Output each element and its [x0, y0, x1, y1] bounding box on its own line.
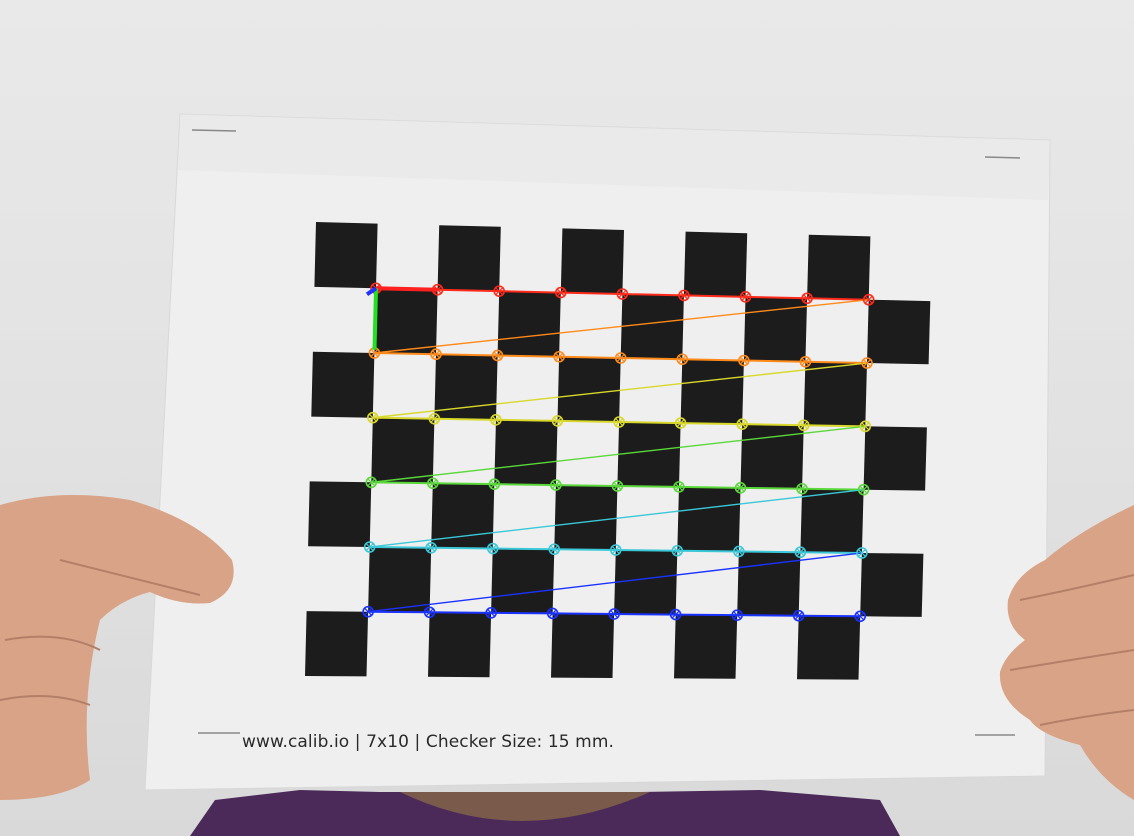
corner-row-line — [683, 294, 746, 298]
checker-square — [428, 612, 492, 678]
corner-row-line — [494, 483, 556, 487]
corner-row-line — [369, 546, 432, 549]
corner-row-line — [555, 484, 618, 487]
corner-row-line — [614, 613, 676, 616]
corner-row-line — [557, 419, 620, 423]
corner-row-line — [803, 424, 866, 428]
checker-square — [803, 361, 867, 427]
corner-row-line — [560, 291, 623, 295]
corner-row-line — [429, 611, 492, 614]
sheet-caption: www.calib.io | 7x10 | Checker Size: 15 m… — [242, 732, 614, 752]
checker-square — [863, 426, 927, 491]
corner-row-line — [368, 610, 430, 614]
corner-row-line — [742, 423, 804, 427]
checker-square — [683, 231, 748, 297]
corner-row-line — [622, 293, 684, 297]
photo-scene: www.calib.io | 7x10 | Checker Size: 15 m… — [0, 0, 1134, 836]
checker-square — [674, 614, 738, 679]
corner-row-line — [802, 487, 864, 491]
corner-mark — [984, 156, 1021, 159]
checker-square — [497, 291, 561, 357]
corner-row-line — [492, 547, 555, 551]
corner-row-line — [738, 550, 801, 554]
checker-square — [314, 222, 378, 289]
checker-square — [374, 288, 438, 355]
checker-square — [554, 485, 618, 550]
checker-square — [491, 548, 555, 614]
corner-row-line — [805, 360, 868, 365]
checker-square — [677, 486, 741, 552]
checker-square — [807, 234, 871, 300]
corner-row-line — [499, 290, 561, 294]
corner-row-line — [740, 486, 803, 490]
corner-row-line — [680, 422, 743, 426]
corner-row-line — [559, 355, 621, 359]
corner-row-line — [432, 482, 495, 486]
checker-square — [551, 613, 615, 678]
checker-square — [614, 550, 678, 615]
checker-square — [371, 417, 435, 484]
corner-row-line — [434, 417, 496, 421]
corner-row-line — [798, 614, 861, 618]
person-torso — [190, 790, 900, 836]
corner-mark — [191, 129, 237, 132]
corner-row-line — [743, 359, 806, 363]
checker-square — [560, 228, 624, 294]
corner-row-line — [807, 297, 869, 301]
corner-row-line — [431, 546, 493, 550]
corner-row-line — [435, 353, 498, 357]
corner-row-line — [491, 611, 553, 615]
corner-row-line — [737, 614, 799, 617]
checker-square — [867, 299, 931, 365]
corner-row-line — [495, 418, 558, 422]
x-axis-line — [375, 286, 438, 292]
corner-row-line — [678, 485, 741, 489]
checker-square — [680, 359, 744, 425]
corner-row-line — [745, 295, 808, 300]
checker-square — [308, 481, 372, 547]
corner-row-line — [497, 354, 560, 358]
y-axis-line — [372, 288, 379, 350]
checker-square — [620, 294, 684, 360]
checker-square — [617, 422, 681, 487]
corner-row-line — [552, 612, 615, 615]
corner-row-line — [371, 481, 433, 485]
corner-row-line — [437, 288, 500, 293]
checker-square — [494, 419, 558, 486]
corner-row-line — [800, 551, 862, 554]
corner-row-line — [677, 549, 739, 553]
checker-square — [368, 547, 432, 613]
corner-row-line — [617, 485, 679, 488]
checker-square — [800, 488, 864, 553]
corner-row-line — [682, 358, 744, 362]
checker-square — [557, 356, 621, 422]
checker-square — [743, 296, 808, 362]
corner-row-line — [372, 416, 435, 420]
corner-row-line — [554, 548, 616, 551]
checker-square — [860, 553, 924, 617]
corner-row-line — [619, 421, 681, 425]
corner-row-line — [620, 357, 683, 361]
corner-row-line — [374, 351, 437, 356]
corner-row-line — [675, 613, 738, 617]
corner-row-line — [615, 549, 678, 552]
checker-square — [437, 225, 501, 292]
checker-square — [311, 351, 375, 418]
checker-square — [305, 611, 369, 677]
checker-square — [797, 615, 861, 680]
scene-drawing — [0, 113, 1134, 836]
